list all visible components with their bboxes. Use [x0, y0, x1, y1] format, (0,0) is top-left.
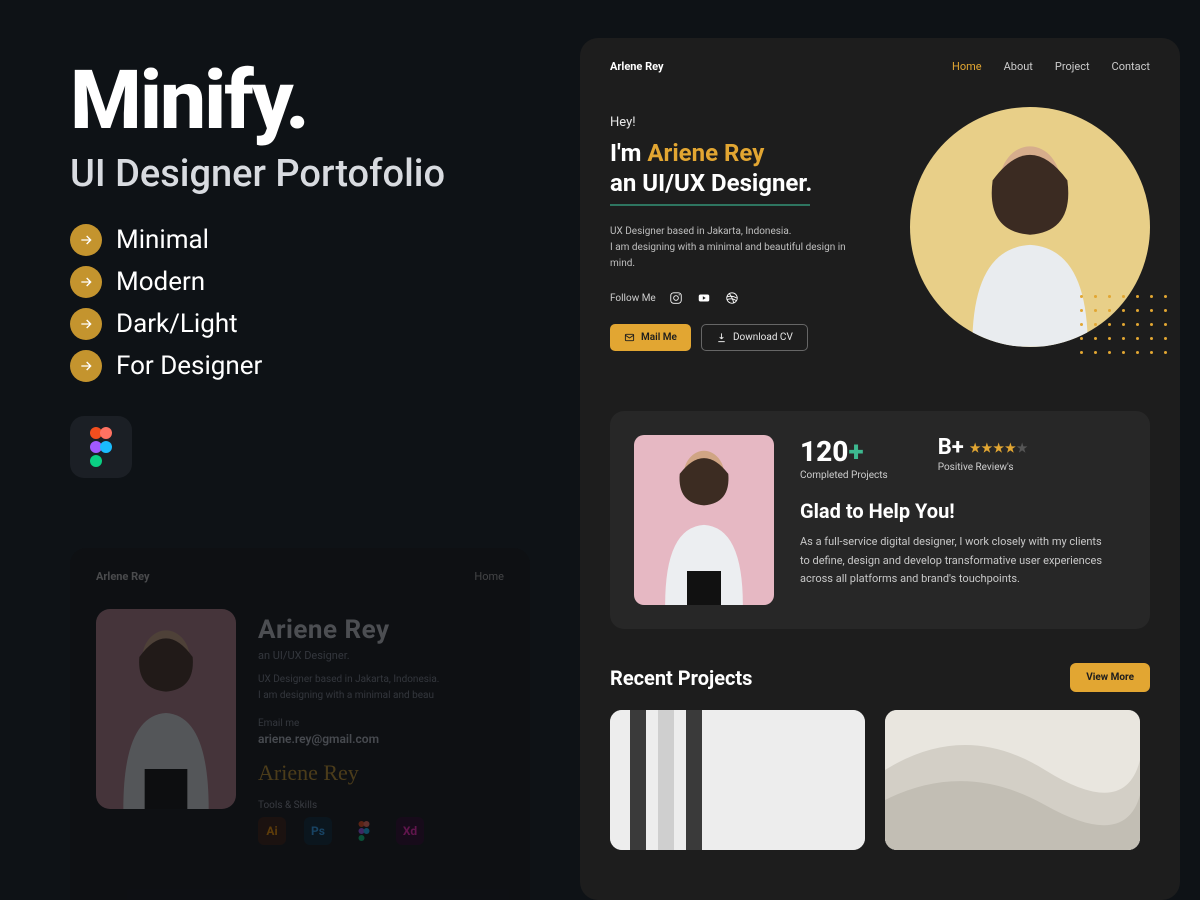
brand-logo[interactable]: Arlene Rey — [610, 60, 664, 73]
nav-project[interactable]: Project — [1055, 60, 1090, 73]
dribbble-icon[interactable] — [724, 290, 740, 306]
hero-desc-line: I am designing with a minimal and beauti… — [610, 240, 860, 272]
hero-underline — [610, 204, 810, 206]
portfolio-preview-window: Arlene Rey Home About Project Contact He… — [580, 38, 1180, 900]
decorative-dots — [1080, 295, 1170, 357]
hero-headline-1: I'm Ariene Rey — [610, 138, 910, 168]
arrow-icon — [70, 266, 102, 298]
lp-nav-home[interactable]: Home — [474, 570, 504, 583]
promo-feature-item: Modern — [70, 266, 530, 298]
promo-feature-item: Dark/Light — [70, 308, 530, 340]
promo-feature-label: Minimal — [116, 225, 209, 255]
tool-photoshop-icon: Ps — [304, 817, 332, 845]
promo-feature-label: Dark/Light — [116, 309, 238, 339]
about-card: 120+ Completed Projects B+ ★★★★★ Positiv… — [610, 411, 1150, 629]
nav-contact[interactable]: Contact — [1112, 60, 1150, 73]
secondary-preview: Arlene Rey Home Ariene Rey an UI/UX Desi… — [70, 548, 530, 900]
arrow-icon — [70, 350, 102, 382]
download-cv-button[interactable]: Download CV — [701, 324, 808, 351]
nav-about[interactable]: About — [1004, 60, 1033, 73]
lp-signature: Ariene Rey — [258, 760, 504, 786]
tool-xd-icon: Xd — [396, 817, 424, 845]
lp-avatar — [96, 609, 236, 809]
lp-role: an UI/UX Designer. — [258, 649, 504, 662]
instagram-icon[interactable] — [668, 290, 684, 306]
youtube-icon[interactable] — [696, 290, 712, 306]
about-avatar — [634, 435, 774, 605]
project-card[interactable] — [885, 710, 1140, 850]
promo-subtitle: UI Designer Portofolio — [70, 152, 530, 196]
mail-me-button[interactable]: Mail Me — [610, 324, 691, 351]
lp-tools-label: Tools & Skills — [258, 800, 504, 811]
promo-feature-list: Minimal Modern Dark/Light For Designer — [70, 224, 530, 382]
project-card[interactable] — [610, 710, 865, 850]
hero-headline-2: an UI/UX Designer. — [610, 168, 910, 198]
arrow-icon — [70, 308, 102, 340]
tool-illustrator-icon: Ai — [258, 817, 286, 845]
recent-projects-heading: Recent Projects — [610, 666, 752, 690]
promo-feature-item: Minimal — [70, 224, 530, 256]
promo-feature-label: For Designer — [116, 351, 262, 381]
stat-projects-label: Completed Projects — [800, 470, 888, 481]
about-description: As a full-service digital designer, I wo… — [800, 533, 1110, 589]
stat-projects-count: 120+ — [800, 435, 888, 468]
promo-feature-item: For Designer — [70, 350, 530, 382]
lp-email[interactable]: ariene.rey@gmail.com — [258, 732, 504, 746]
about-heading: Glad to Help You! — [800, 499, 1126, 523]
lp-desc-line: I am designing with a minimal and beau — [258, 688, 504, 704]
view-more-button[interactable]: View More — [1070, 663, 1150, 692]
arrow-icon — [70, 224, 102, 256]
stars-icon: ★★★★★ — [970, 441, 1029, 455]
lp-email-label: Email me — [258, 718, 504, 729]
hero-greeting: Hey! — [610, 115, 910, 130]
lp-desc-line: UX Designer based in Jakarta, Indonesia. — [258, 672, 504, 688]
stat-rating-label: Positive Review's — [938, 462, 1029, 473]
tool-figma-icon — [350, 817, 378, 845]
nav-home[interactable]: Home — [952, 60, 982, 73]
promo-feature-label: Modern — [116, 267, 205, 297]
figma-icon — [87, 427, 115, 467]
lp-name: Ariene Rey — [258, 615, 504, 645]
lp-brand: Arlene Rey — [96, 570, 150, 583]
stat-rating: B+ ★★★★★ — [938, 435, 1029, 460]
figma-badge — [70, 416, 132, 478]
promo-title: Minify. — [70, 60, 530, 142]
hero-desc-line: UX Designer based in Jakarta, Indonesia. — [610, 224, 860, 240]
follow-label: Follow Me — [610, 293, 656, 304]
